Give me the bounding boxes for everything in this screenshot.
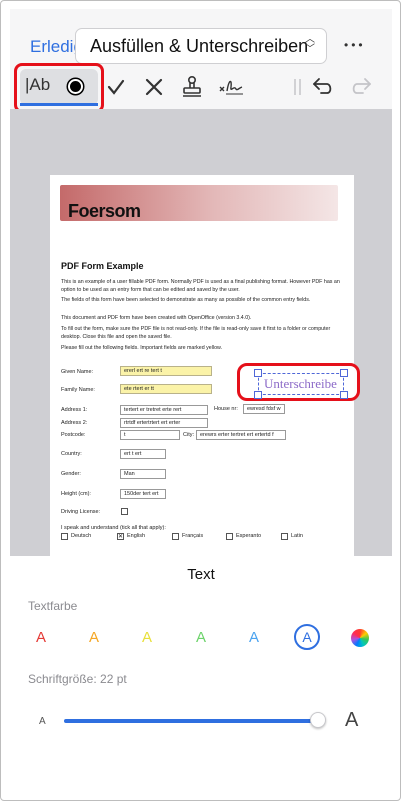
text-tool-button[interactable]: |Ab — [25, 75, 50, 95]
color-swatch-blue[interactable]: A — [241, 629, 267, 646]
house-nr-label: House nr: — [214, 406, 238, 412]
selected-color-letter: A — [302, 629, 312, 645]
language-label: Latin — [291, 533, 303, 539]
paragraph: The fields of this form have been select… — [61, 297, 311, 303]
document-viewer[interactable]: Foersom PDF Form Example This is an exam… — [10, 109, 392, 556]
text-settings-panel: Text Textfarbe A A A A A A Schriftgröße:… — [10, 556, 392, 792]
stamp-icon[interactable] — [181, 75, 203, 99]
address1-label: Address 1: — [61, 407, 88, 413]
height-field[interactable]: 150der tert ert — [120, 489, 166, 499]
dot-icon[interactable] — [68, 79, 83, 94]
house-nr-field[interactable]: ewresd fdsf w — [243, 404, 285, 414]
more-button[interactable]: ••• — [344, 29, 366, 55]
undo-icon[interactable] — [311, 75, 335, 97]
postcode-field[interactable]: t — [120, 430, 180, 440]
given-name-field[interactable]: ererl ert re tert t — [120, 366, 212, 376]
languages-label: I speak and understand (tick all that ap… — [61, 525, 166, 531]
checkmark-icon[interactable] — [106, 77, 126, 97]
language-label: Français — [182, 533, 204, 539]
family-name-field[interactable]: ete rtert er tt — [120, 384, 212, 394]
text-color-label: Textfarbe — [28, 599, 78, 613]
paragraph: This is an example of a user fillable PD… — [61, 279, 340, 293]
language-checkbox[interactable]: ✕ — [117, 533, 124, 540]
postcode-label: Postcode: — [61, 432, 86, 438]
cross-icon[interactable] — [144, 77, 164, 97]
paragraph: This document and PDF form have been cre… — [61, 315, 252, 321]
language-label: Esperanto — [236, 533, 262, 539]
signature-placeholder: Unterschreibe — [264, 376, 337, 391]
mode-title: Ausfüllen & Unterschreiben — [90, 35, 309, 56]
gender-label: Gender: — [61, 471, 81, 477]
document-title: PDF Form Example — [61, 261, 144, 271]
family-name-label: Family Name: — [61, 387, 95, 393]
signature-icon[interactable] — [217, 75, 245, 99]
app-window: Erledigt Ausfüllen & Unterschreiben ︿ ﹀ •… — [0, 0, 401, 801]
driving-license-label: Driving License: — [61, 509, 101, 515]
city-label: City: — [183, 432, 194, 438]
city-field[interactable]: erewrs erter tertret ert ertertd f — [196, 430, 286, 440]
panel-title: Text — [187, 566, 215, 583]
country-field[interactable]: ert t ert — [120, 449, 166, 459]
language-checkbox[interactable] — [172, 533, 179, 540]
font-size-slider[interactable] — [64, 719, 324, 723]
slider-max-label: A — [345, 709, 359, 731]
slider-min-label: A — [39, 716, 46, 727]
language-checkbox[interactable] — [61, 533, 68, 540]
paragraph: To fill out the form, make sure the PDF … — [61, 326, 331, 340]
font-size-label: Schriftgröße: 22 pt — [28, 672, 127, 686]
resize-handle[interactable] — [340, 369, 348, 377]
ellipsis-icon: ••• — [344, 38, 366, 52]
color-swatch-green[interactable]: A — [188, 629, 214, 646]
address1-field[interactable]: tertert er tretret erte rert — [120, 405, 208, 415]
language-label: English — [127, 533, 146, 539]
paragraph: Please fill out the following fields. Im… — [61, 345, 223, 351]
country-label: Country: — [61, 451, 82, 457]
address2-field[interactable]: rtrtdf ertertrtert ert erter — [120, 418, 208, 428]
color-swatch-selected[interactable]: A — [294, 624, 320, 650]
text-tool-underline — [20, 103, 98, 106]
language-label: Deutsch — [71, 533, 92, 539]
resize-handle[interactable] — [340, 391, 348, 399]
color-swatch-orange[interactable]: A — [81, 629, 107, 646]
slider-knob[interactable] — [310, 712, 326, 728]
driving-license-checkbox[interactable] — [121, 508, 128, 515]
given-name-label: Given Name: — [61, 369, 94, 375]
height-label: Height (cm): — [61, 491, 91, 497]
color-swatch-yellow[interactable]: A — [134, 629, 160, 646]
chevron-updown-icon: ︿ ﹀ — [305, 34, 315, 55]
resize-handle[interactable] — [254, 391, 262, 399]
resize-handle[interactable] — [254, 369, 262, 377]
language-checkbox[interactable] — [281, 533, 288, 540]
banner-title: Foersom — [68, 201, 141, 221]
mode-selector[interactable]: Ausfüllen & Unterschreiben ︿ ﹀ — [75, 28, 327, 64]
divider-icon — [294, 79, 301, 95]
gender-field[interactable]: Man — [120, 469, 166, 479]
color-wheel-icon[interactable] — [351, 629, 369, 647]
language-checkbox[interactable] — [226, 533, 233, 540]
color-swatch-red[interactable]: A — [28, 629, 54, 646]
redo-icon[interactable] — [349, 75, 373, 97]
signature-field[interactable]: Unterschreibe — [254, 369, 348, 399]
address2-label: Address 2: — [61, 420, 88, 426]
